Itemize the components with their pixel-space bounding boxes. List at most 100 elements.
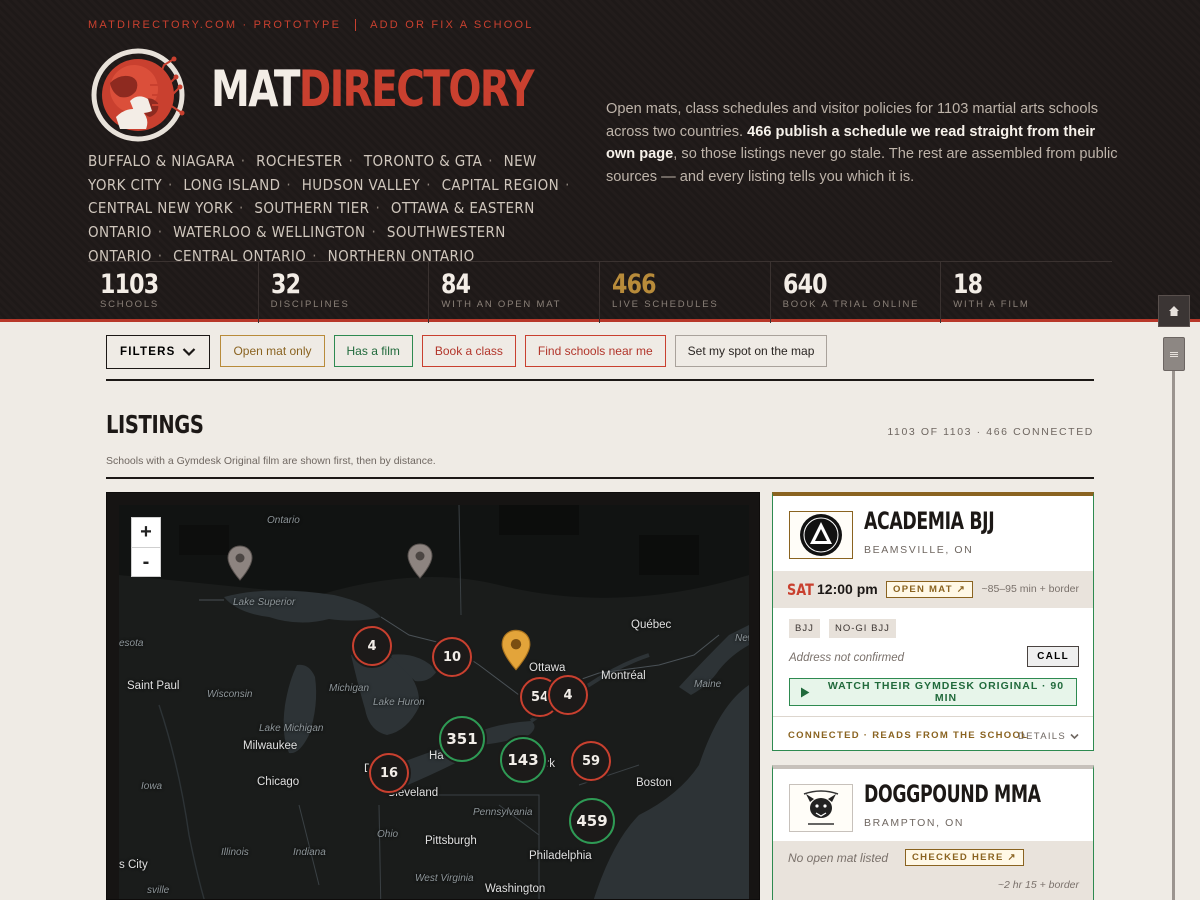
map-label: Philadelphia bbox=[529, 850, 592, 862]
map-cluster[interactable]: 16 bbox=[369, 753, 409, 793]
filters-label: FILTERS bbox=[120, 346, 176, 358]
call-button[interactable]: CALL bbox=[1027, 646, 1079, 667]
listings-count: 1103 OF 1103 · 466 CONNECTED bbox=[887, 426, 1094, 438]
stat-label: BOOK A TRIAL ONLINE bbox=[782, 299, 920, 310]
region-toronto[interactable]: TORONTO & GTA bbox=[364, 152, 482, 170]
school-logo bbox=[789, 784, 853, 832]
brand-wordmark[interactable]: MATDIRECTORY bbox=[211, 60, 535, 118]
filters-button[interactable]: FILTERS bbox=[106, 335, 211, 369]
map-label: Ottawa bbox=[529, 662, 566, 674]
map-label: Maine bbox=[694, 679, 722, 690]
map-cluster[interactable]: 4 bbox=[352, 626, 392, 666]
listing-card[interactable]: ACADEMIA BJJ BEAMSVILLE, ON SAT 12:00 pm… bbox=[772, 492, 1094, 751]
region-waterloo[interactable]: WATERLOO & WELLINGTON bbox=[173, 223, 365, 241]
card-footer: CONNECTED · READS FROM THE SCHOOL DETAIL… bbox=[773, 716, 1093, 753]
map-label: West Virginia bbox=[415, 873, 474, 884]
map-label: Lake Superior bbox=[233, 597, 296, 608]
region-rochester[interactable]: ROCHESTER bbox=[256, 152, 342, 170]
stat-disciplines: 32 DISCIPLINES bbox=[259, 262, 430, 323]
listings-subtitle: Schools with a Gymdesk Original film are… bbox=[106, 455, 436, 467]
stat-value: 18 bbox=[953, 269, 983, 300]
school-name[interactable]: ACADEMIA BJJ bbox=[864, 507, 995, 535]
connected-status: CONNECTED · READS FROM THE SCHOOL bbox=[788, 730, 1029, 741]
map-cluster[interactable]: 10 bbox=[432, 637, 472, 677]
location-pin-icon[interactable] bbox=[407, 543, 433, 579]
map-cluster[interactable]: 4 bbox=[548, 675, 588, 715]
map-label: Illinois bbox=[221, 847, 249, 858]
map-label: Lake Huron bbox=[373, 697, 425, 708]
map-label: Indiana bbox=[293, 847, 326, 858]
stat-label: WITH AN OPEN MAT bbox=[441, 299, 562, 310]
stat-label: DISCIPLINES bbox=[270, 299, 350, 310]
logo-globe-icon[interactable] bbox=[90, 45, 194, 145]
travel-time: ~85–95 min + border bbox=[981, 583, 1079, 595]
discipline-tag: NO-GI BJJ bbox=[829, 619, 896, 638]
watch-film-button[interactable]: WATCH THEIR GYMDESK ORIGINAL · 90 MIN bbox=[789, 678, 1077, 706]
stat-value: 640 bbox=[782, 269, 828, 300]
discipline-tag: BJJ bbox=[789, 619, 820, 638]
open-mat-filter[interactable]: Open mat only bbox=[220, 335, 325, 367]
stat-live-schedules: 466 LIVE SCHEDULES bbox=[600, 262, 771, 323]
map-label: Montréal bbox=[601, 670, 646, 682]
school-name[interactable]: DOGGPOUND MMA bbox=[864, 780, 1041, 808]
scroll-handle[interactable] bbox=[1163, 337, 1185, 371]
add-fix-school-link[interactable]: ADD OR FIX A SCHOOL bbox=[370, 19, 533, 31]
listing-card[interactable]: DOGGPOUND MMA BRAMPTON, ON No open mat l… bbox=[772, 765, 1094, 900]
set-spot-button[interactable]: Set my spot on the map bbox=[674, 335, 828, 367]
map-label: Pennsylvania bbox=[473, 807, 533, 818]
stat-value: 32 bbox=[270, 269, 301, 300]
scroll-top-button[interactable] bbox=[1158, 295, 1190, 327]
scroll-track[interactable] bbox=[1172, 345, 1175, 900]
region-southern-tier[interactable]: SOUTHERN TIER bbox=[254, 199, 369, 217]
zoom-control: + - bbox=[131, 517, 161, 577]
location-pin-icon[interactable] bbox=[227, 545, 253, 581]
chevron-down-icon bbox=[183, 348, 196, 357]
region-capital[interactable]: CAPITAL REGION bbox=[442, 176, 560, 194]
selected-location-pin-icon[interactable] bbox=[501, 629, 531, 671]
brand-part-mat: MAT bbox=[211, 60, 300, 118]
details-label: DETAILS bbox=[1018, 731, 1066, 742]
stat-label: LIVE SCHEDULES bbox=[611, 299, 719, 310]
map-label: Lake Michigan bbox=[259, 723, 324, 734]
school-location: BEAMSVILLE, ON bbox=[864, 544, 974, 556]
stat-value: 466 bbox=[611, 269, 657, 300]
stat-value: 84 bbox=[441, 269, 471, 300]
zoom-in-button[interactable]: + bbox=[132, 518, 160, 547]
stats-bar: 1103 SCHOOLS 32 DISCIPLINES 84 WITH AN OPEN… bbox=[88, 261, 1112, 323]
map-label: s City bbox=[119, 859, 148, 871]
map-cluster[interactable]: 59 bbox=[571, 741, 611, 781]
zoom-out-button[interactable]: - bbox=[132, 547, 160, 576]
stat-label: SCHOOLS bbox=[100, 299, 160, 310]
play-icon bbox=[800, 687, 810, 697]
near-me-button[interactable]: Find schools near me bbox=[524, 335, 666, 367]
nav-divider bbox=[355, 19, 357, 31]
school-logo bbox=[789, 511, 853, 559]
checked-here-link[interactable]: CHECKED HERE ↗ bbox=[905, 849, 1024, 866]
map-label: Boston bbox=[636, 777, 672, 789]
site-link[interactable]: MATDIRECTORY.COM · PROTOTYPE bbox=[88, 19, 341, 31]
region-hudson-valley[interactable]: HUDSON VALLEY bbox=[302, 176, 420, 194]
map-cluster[interactable]: 459 bbox=[569, 798, 615, 844]
stat-book-trial: 640 BOOK A TRIAL ONLINE bbox=[771, 262, 942, 323]
map-label: esota bbox=[119, 638, 144, 649]
listings-title: LISTINGS bbox=[106, 410, 204, 439]
region-buffalo[interactable]: BUFFALO & NIAGARA bbox=[88, 152, 235, 170]
has-film-filter[interactable]: Has a film bbox=[333, 335, 413, 367]
map-label: Chicago bbox=[257, 776, 300, 788]
details-toggle[interactable]: DETAILS bbox=[1018, 731, 1079, 742]
map-cluster[interactable]: 143 bbox=[500, 737, 546, 783]
book-class-filter[interactable]: Book a class bbox=[421, 335, 516, 367]
stat-schools: 1103 SCHOOLS bbox=[88, 262, 259, 323]
filter-bar: FILTERS Open mat only Has a film Book a … bbox=[106, 335, 828, 369]
open-mat-link[interactable]: OPEN MAT ↗ bbox=[886, 581, 974, 598]
map-cluster[interactable]: 351 bbox=[439, 716, 485, 762]
school-location: BRAMPTON, ON bbox=[864, 817, 965, 829]
map-label: Wisconsin bbox=[207, 689, 253, 700]
watch-film-label: WATCH THEIR GYMDESK ORIGINAL · 90 MIN bbox=[827, 680, 1065, 704]
map-canvas[interactable]: + - Ontario Lake Superior esota Saint Pa… bbox=[119, 505, 749, 899]
map-label: Pittsburgh bbox=[425, 835, 477, 847]
map-label: Washington bbox=[485, 883, 546, 895]
region-long-island[interactable]: LONG ISLAND bbox=[183, 176, 280, 194]
region-central-ny[interactable]: CENTRAL NEW YORK bbox=[88, 199, 233, 217]
brand-part-directory: DIRECTORY bbox=[298, 60, 535, 118]
